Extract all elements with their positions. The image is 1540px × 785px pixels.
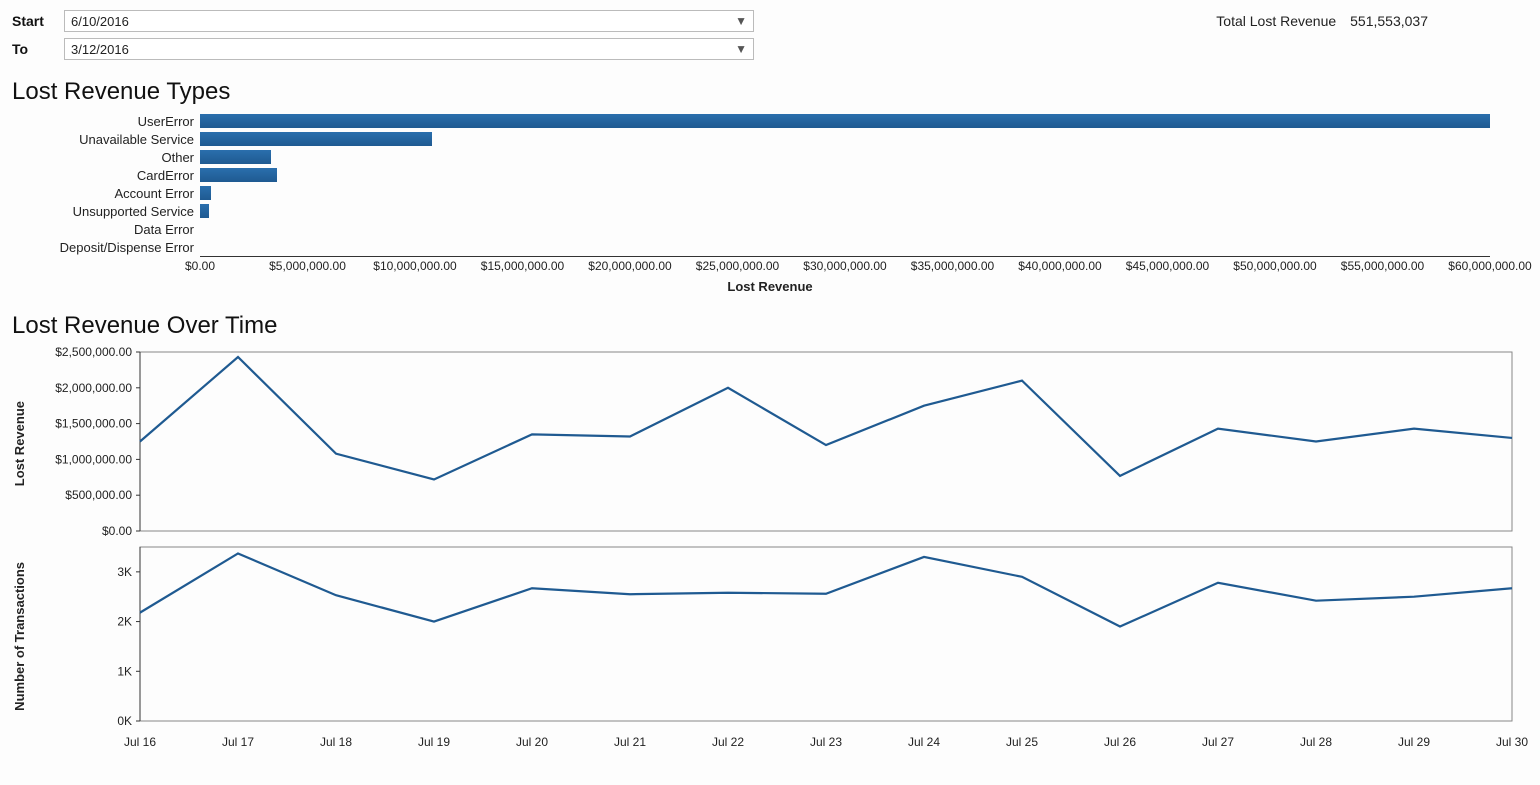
bar-row: Deposit/Dispense Error (12, 238, 1528, 256)
to-label: To (12, 41, 64, 57)
svg-text:3K: 3K (117, 565, 132, 579)
date-tick-label: Jul 23 (810, 735, 842, 749)
bar-plot-area (200, 132, 1528, 146)
date-tick-label: Jul 26 (1104, 735, 1136, 749)
bar-x-tick-label: $10,000,000.00 (373, 259, 456, 273)
bar-plot-area (200, 240, 1528, 254)
svg-text:$2,000,000.00: $2,000,000.00 (55, 381, 132, 395)
date-tick-label: Jul 20 (516, 735, 548, 749)
line1-y-axis-title: Lost Revenue (12, 401, 27, 486)
section-title-types: Lost Revenue Types (12, 78, 1528, 106)
svg-text:$0.00: $0.00 (102, 524, 132, 538)
bar-x-tick-label: $50,000,000.00 (1233, 259, 1316, 273)
bar[interactable] (200, 150, 271, 164)
date-tick-label: Jul 29 (1398, 735, 1430, 749)
section-title-over-time: Lost Revenue Over Time (12, 312, 1528, 340)
bar-row: Other (12, 148, 1528, 166)
transactions-line-chart: Number of Transactions 0K 1K 2K 3K (12, 541, 1528, 731)
start-label: Start (12, 13, 64, 29)
line2-y-axis-title: Number of Transactions (12, 562, 27, 711)
date-tick-label: Jul 16 (124, 735, 156, 749)
bar-x-tick-label: $60,000,000.00 (1448, 259, 1531, 273)
date-axis: Jul 16Jul 17Jul 18Jul 19Jul 20Jul 21Jul … (140, 731, 1512, 751)
chevron-down-icon: ▼ (735, 14, 747, 28)
bar-plot-area (200, 168, 1528, 182)
bar-category-label: Account Error (12, 186, 200, 201)
filter-row-start: Start 6/10/2016 ▼ Total Lost Revenue 551… (12, 10, 1528, 32)
date-tick-label: Jul 24 (908, 735, 940, 749)
bar-x-tick-label: $40,000,000.00 (1018, 259, 1101, 273)
bar-plot-area (200, 204, 1528, 218)
bar-row: UserError (12, 112, 1528, 130)
lost-revenue-line-chart: Lost Revenue $0.00 $500,000.00 $1,000,000.… (12, 346, 1528, 541)
dashboard-page: Start 6/10/2016 ▼ Total Lost Revenue 551… (0, 0, 1540, 771)
bar-row: CardError (12, 166, 1528, 184)
bar-row: Account Error (12, 184, 1528, 202)
bar-plot-area (200, 150, 1528, 164)
bar-category-label: CardError (12, 168, 200, 183)
bar[interactable] (200, 186, 211, 200)
lost-revenue-types-chart: UserError Unavailable Service Other CardErr… (12, 112, 1528, 256)
bar-category-label: Unsupported Service (12, 204, 200, 219)
end-date-dropdown[interactable]: 3/12/2016 ▼ (64, 38, 754, 60)
filter-row-to: To 3/12/2016 ▼ (12, 38, 1528, 60)
bar[interactable] (200, 204, 209, 218)
bar-plot-area (200, 222, 1528, 236)
bar-plot-area (200, 114, 1528, 128)
bar-x-axis: $0.00$5,000,000.00$10,000,000.00$15,000,… (200, 257, 1490, 277)
date-tick-label: Jul 30 (1496, 735, 1528, 749)
bar-plot-area (200, 186, 1528, 200)
svg-text:$500,000.00: $500,000.00 (65, 488, 132, 502)
date-tick-label: Jul 21 (614, 735, 646, 749)
bar-category-label: Deposit/Dispense Error (12, 240, 200, 255)
kpi-label: Total Lost Revenue (1216, 13, 1336, 29)
bar-row: Data Error (12, 220, 1528, 238)
start-date-value: 6/10/2016 (71, 14, 129, 29)
bar-x-tick-label: $45,000,000.00 (1126, 259, 1209, 273)
date-tick-label: Jul 28 (1300, 735, 1332, 749)
date-tick-label: Jul 19 (418, 735, 450, 749)
bar-x-tick-label: $55,000,000.00 (1341, 259, 1424, 273)
svg-text:$1,500,000.00: $1,500,000.00 (55, 417, 132, 431)
total-lost-revenue-kpi: Total Lost Revenue 551,553,037 (1216, 13, 1528, 29)
start-date-dropdown[interactable]: 6/10/2016 ▼ (64, 10, 754, 32)
date-tick-label: Jul 17 (222, 735, 254, 749)
svg-text:$2,500,000.00: $2,500,000.00 (55, 346, 132, 359)
bar-x-tick-label: $35,000,000.00 (911, 259, 994, 273)
date-tick-label: Jul 22 (712, 735, 744, 749)
bar-category-label: UserError (12, 114, 200, 129)
bar-row: Unavailable Service (12, 130, 1528, 148)
svg-text:1K: 1K (117, 664, 132, 678)
bar[interactable] (200, 114, 1490, 128)
bar-x-tick-label: $0.00 (185, 259, 215, 273)
bar[interactable] (200, 168, 277, 182)
svg-text:$1,000,000.00: $1,000,000.00 (55, 452, 132, 466)
bar[interactable] (200, 132, 432, 146)
date-tick-label: Jul 25 (1006, 735, 1038, 749)
end-date-value: 3/12/2016 (71, 42, 129, 57)
date-tick-label: Jul 18 (320, 735, 352, 749)
line1-plot: $0.00 $500,000.00 $1,000,000.00 $1,500,000.… (32, 346, 1522, 541)
svg-text:0K: 0K (117, 714, 132, 728)
bar-x-tick-label: $30,000,000.00 (803, 259, 886, 273)
bar-row: Unsupported Service (12, 202, 1528, 220)
bar-x-tick-label: $5,000,000.00 (269, 259, 346, 273)
svg-text:2K: 2K (117, 615, 132, 629)
bar-category-label: Other (12, 150, 200, 165)
line2-plot: 0K 1K 2K 3K (32, 541, 1522, 731)
chevron-down-icon: ▼ (735, 42, 747, 56)
bar-x-tick-label: $15,000,000.00 (481, 259, 564, 273)
bar-x-tick-label: $20,000,000.00 (588, 259, 671, 273)
bar-x-axis-title: Lost Revenue (12, 279, 1528, 294)
bar-category-label: Unavailable Service (12, 132, 200, 147)
bar-category-label: Data Error (12, 222, 200, 237)
bar-x-tick-label: $25,000,000.00 (696, 259, 779, 273)
kpi-value: 551,553,037 (1350, 13, 1428, 29)
date-tick-label: Jul 27 (1202, 735, 1234, 749)
